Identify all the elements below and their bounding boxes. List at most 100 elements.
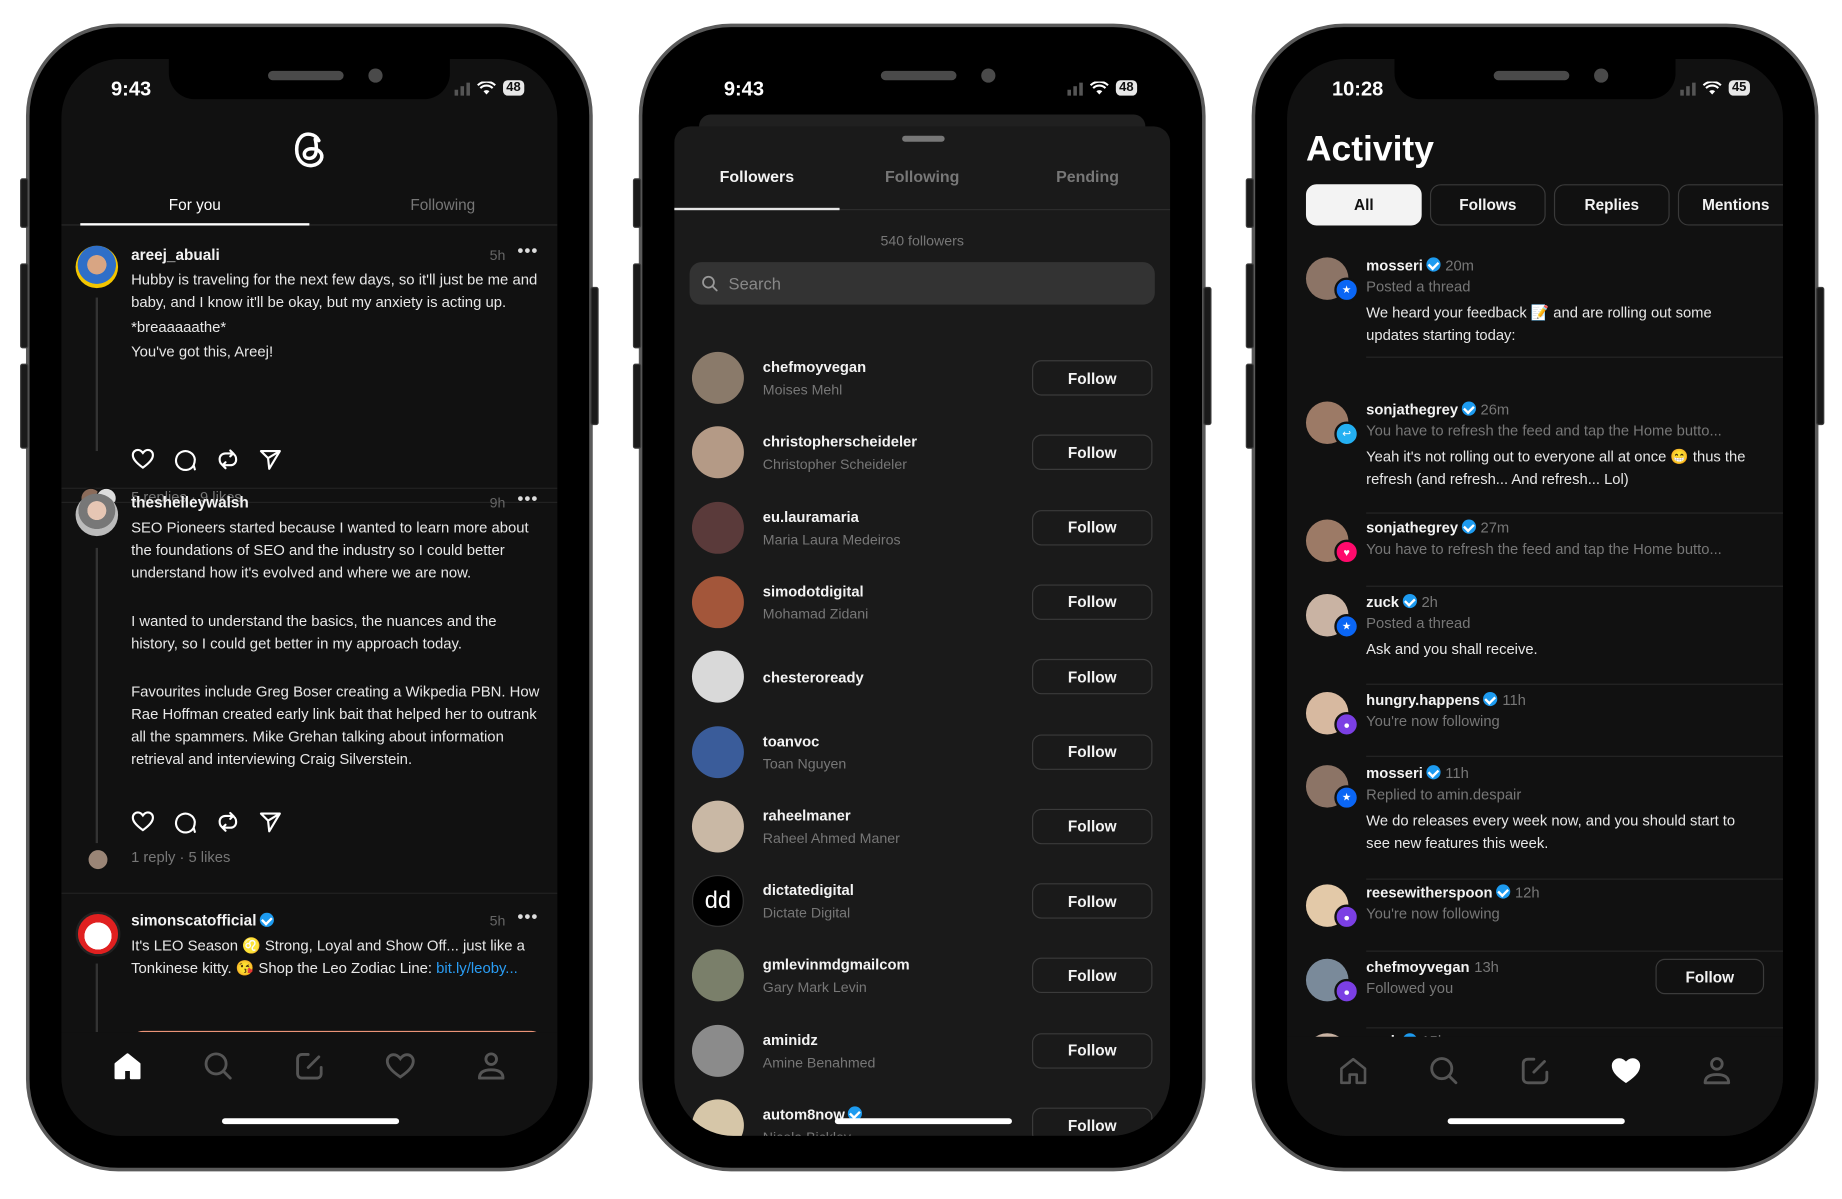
follower-row[interactable]: dd dictatedigital Dictate Digital Follow	[674, 866, 1170, 940]
activity-username[interactable]: mosseri	[1366, 765, 1423, 782]
follower-row[interactable]: toanvoc Toan Nguyen Follow	[674, 716, 1170, 790]
more-options-icon[interactable]: •••	[518, 489, 539, 508]
avatar[interactable]	[75, 911, 121, 957]
follow-button[interactable]: Follow	[1032, 883, 1153, 919]
follow-button[interactable]: Follow	[1655, 958, 1765, 995]
activity-item[interactable]: ● reesewitherspoon 12h You're now following	[1287, 884, 1784, 952]
follower-row[interactable]: simodotdigital Mohamad Zidani Follow	[674, 567, 1170, 641]
follower-row[interactable]: chefmoyvegan Moises Mehl Follow	[674, 342, 1170, 416]
home-indicator[interactable]	[1447, 1118, 1625, 1125]
more-options-icon[interactable]: •••	[518, 241, 539, 260]
follow-button[interactable]: Follow	[1032, 733, 1153, 770]
threads-logo-icon[interactable]	[289, 128, 329, 176]
follow-button[interactable]: Follow	[1032, 434, 1153, 471]
profile-icon[interactable]	[1696, 1051, 1736, 1091]
follower-username[interactable]: simodotdigital	[763, 583, 864, 600]
activity-username[interactable]: sonjathegrey	[1366, 520, 1458, 537]
search-icon[interactable]	[1424, 1051, 1464, 1091]
follower-row[interactable]: eu.lauramaria Maria Laura Medeiros Follow	[674, 492, 1170, 566]
follower-row[interactable]: christopherscheideler Christopher Scheide…	[674, 417, 1170, 491]
filter-all[interactable]: All	[1305, 184, 1422, 226]
home-icon[interactable]	[108, 1046, 148, 1086]
comment-icon[interactable]	[174, 810, 198, 834]
feed-post[interactable]: theshelleywalsh 9h ••• SEO Pioneers star…	[61, 489, 558, 894]
activity-username[interactable]: hungry.happens	[1366, 692, 1480, 709]
follower-username[interactable]: dictatedigital	[763, 882, 854, 899]
repost-icon[interactable]	[216, 448, 240, 472]
home-indicator[interactable]	[834, 1118, 1012, 1125]
follow-button[interactable]: Follow	[1032, 1107, 1153, 1136]
follower-row[interactable]: aminidz Amine Benahmed Follow	[674, 1015, 1170, 1089]
post-meta[interactable]: 1 reply · 5 likes	[131, 849, 230, 866]
activity-item[interactable]: ★ zuck 2h Posted a thread Ask and you shall …	[1287, 593, 1784, 685]
more-options-icon[interactable]: •••	[518, 907, 539, 926]
avatar[interactable]	[691, 725, 744, 778]
avatar[interactable]	[691, 650, 744, 703]
repost-icon[interactable]	[216, 810, 240, 834]
avatar[interactable]	[75, 245, 119, 289]
avatar[interactable]	[691, 426, 744, 479]
activity-username[interactable]: chefmoyvegan	[1366, 959, 1469, 976]
follower-username[interactable]: eu.lauramaria	[763, 508, 859, 525]
filter-mentions[interactable]: Mentions	[1677, 184, 1784, 226]
avatar[interactable]	[691, 501, 744, 554]
avatar[interactable]	[691, 351, 744, 404]
tab-pending[interactable]: Pending	[1005, 157, 1170, 209]
post-username[interactable]: areej_abuali	[131, 246, 220, 264]
follow-button[interactable]: Follow	[1032, 509, 1153, 546]
filter-replies[interactable]: Replies	[1553, 184, 1670, 226]
search-input[interactable]	[726, 272, 1086, 295]
share-icon[interactable]	[259, 810, 283, 834]
follower-row[interactable]: autom8now Nicola Bickley Follow	[674, 1090, 1170, 1136]
compose-icon[interactable]	[1515, 1051, 1555, 1091]
follow-button[interactable]: Follow	[1032, 659, 1153, 695]
tab-following[interactable]: Following	[840, 157, 1005, 209]
avatar[interactable]	[691, 1099, 744, 1136]
follower-username[interactable]: toanvoc	[763, 733, 820, 750]
home-indicator[interactable]	[221, 1118, 400, 1125]
follower-username[interactable]: chefmoyvegan	[763, 359, 866, 376]
follower-username[interactable]: christopherscheideler	[763, 434, 917, 451]
activity-item[interactable]: ↩ sonjathegrey 26m You have to refresh the …	[1287, 401, 1784, 514]
search-field[interactable]	[689, 262, 1155, 305]
activity-icon[interactable]	[1606, 1051, 1646, 1091]
follower-username[interactable]: raheelmaner	[763, 807, 851, 824]
follower-username[interactable]: chesteroready	[763, 670, 864, 687]
avatar[interactable]	[691, 1024, 744, 1077]
follower-row[interactable]: chesteroready Follow	[674, 641, 1170, 715]
activity-item[interactable]: ♥ sonjathegrey 27m You have to refresh the …	[1287, 519, 1784, 587]
avatar[interactable]	[691, 949, 744, 1002]
compose-icon[interactable]	[289, 1046, 329, 1086]
share-icon[interactable]	[259, 448, 283, 472]
search-icon[interactable]	[199, 1046, 239, 1086]
activity-item[interactable]: ★ mosseri 20m Posted a thread We heard your …	[1287, 257, 1784, 375]
activity-item[interactable]: ● hungry.happens 11h You're now following	[1287, 691, 1784, 757]
feed-post[interactable]: areej_abuali 5h ••• Hubby is traveling f…	[61, 239, 558, 509]
activity-username[interactable]: zuck	[1366, 594, 1399, 611]
follow-button[interactable]: Follow	[1032, 808, 1153, 845]
follow-button[interactable]: Follow	[1032, 1032, 1153, 1069]
sheet-grabber[interactable]	[902, 135, 945, 142]
avatar[interactable]	[75, 493, 119, 537]
post-username[interactable]: simonscatofficial	[131, 912, 275, 929]
follow-button[interactable]: Follow	[1032, 584, 1153, 620]
avatar[interactable]	[691, 800, 744, 853]
tab-following[interactable]: Following	[328, 189, 557, 224]
tab-followers[interactable]: Followers	[674, 157, 840, 211]
profile-icon[interactable]	[471, 1046, 511, 1086]
filter-follows[interactable]: Follows	[1429, 184, 1546, 226]
like-icon[interactable]	[131, 448, 155, 472]
avatar[interactable]: dd	[691, 875, 744, 928]
follow-button[interactable]: Follow	[1032, 360, 1153, 396]
tab-for-you[interactable]: For you	[80, 189, 310, 226]
activity-username[interactable]: sonjathegrey	[1366, 401, 1458, 418]
comment-icon[interactable]	[174, 448, 198, 472]
activity-username[interactable]: reesewitherspoon	[1366, 884, 1492, 901]
follow-button[interactable]: Follow	[1032, 958, 1153, 994]
home-icon[interactable]	[1334, 1051, 1374, 1091]
follower-row[interactable]: gmlevinmdgmailcom Gary Mark Levin Follow	[674, 940, 1170, 1014]
post-link[interactable]: bit.ly/leoby...	[436, 960, 518, 977]
like-icon[interactable]	[131, 810, 155, 834]
post-username[interactable]: theshelleywalsh	[131, 494, 249, 512]
follower-username[interactable]: gmlevinmdgmailcom	[763, 957, 910, 974]
